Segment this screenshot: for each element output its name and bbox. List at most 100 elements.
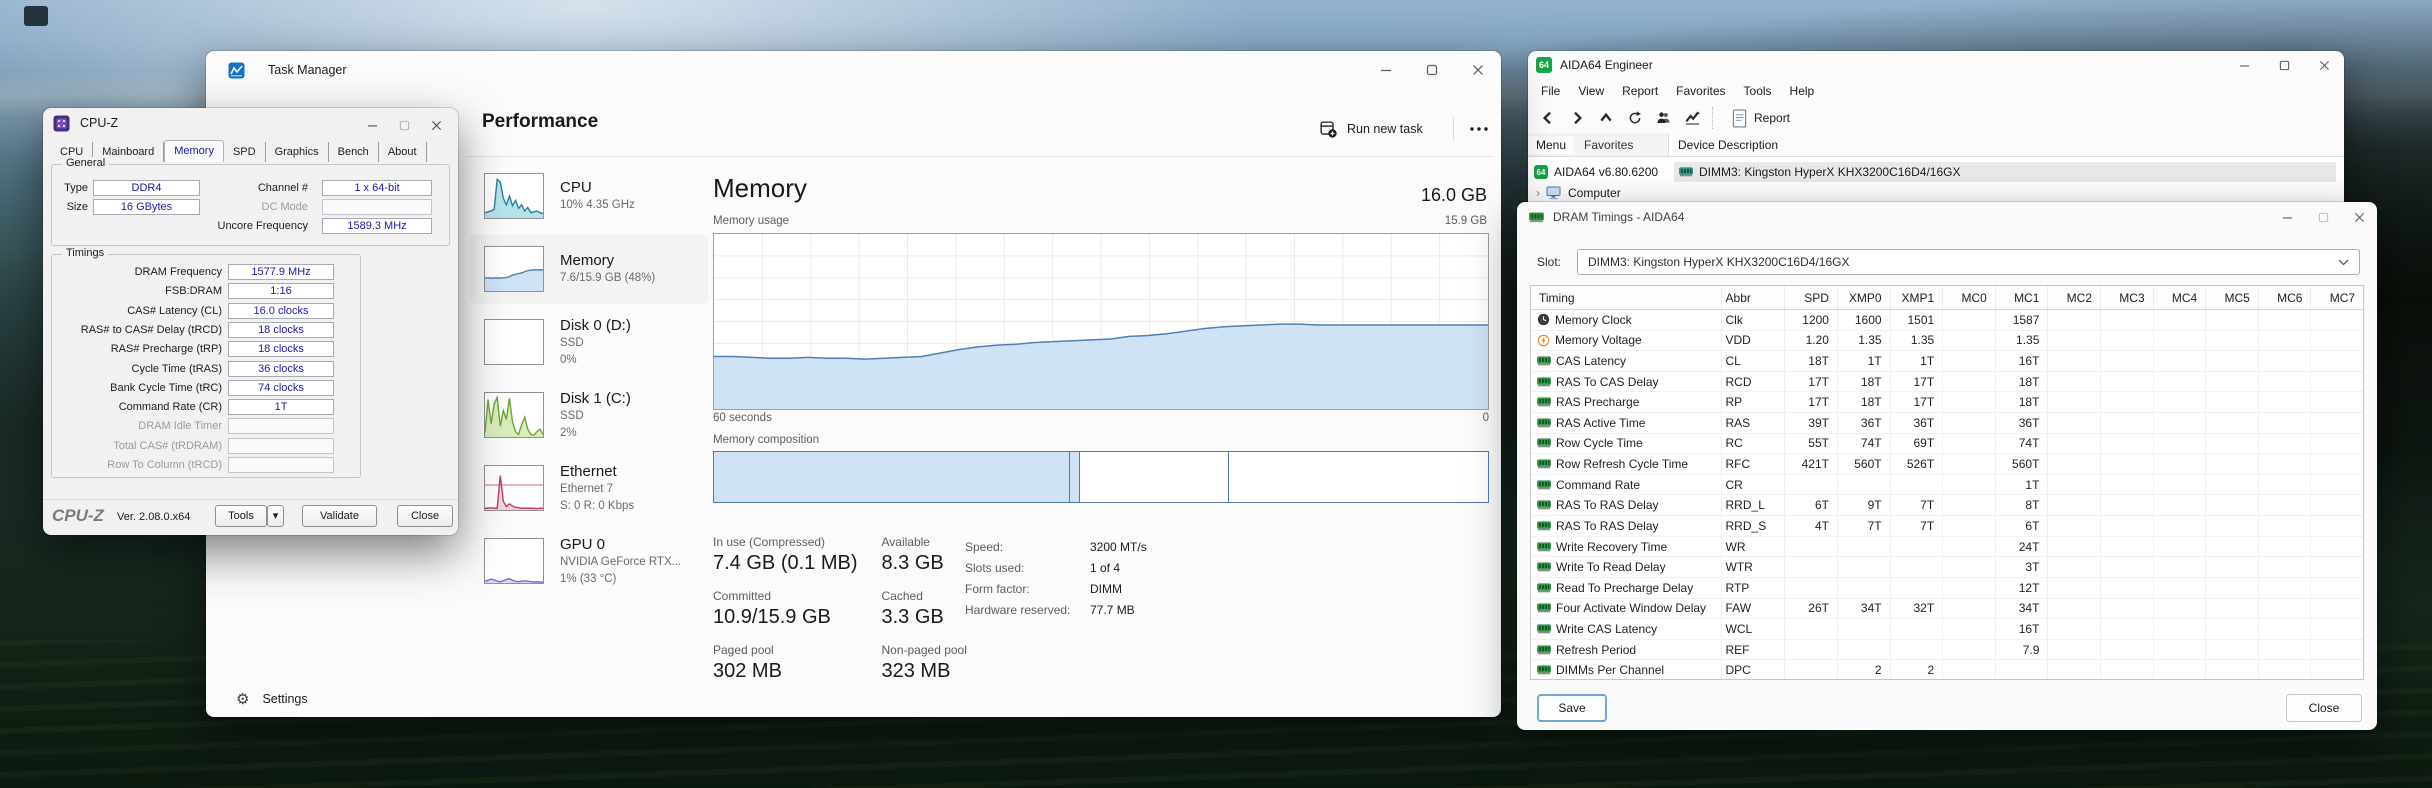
column-header-mc1[interactable]: MC1 bbox=[1995, 286, 2048, 309]
minimize-button[interactable] bbox=[356, 112, 388, 138]
report-button[interactable]: Report bbox=[1726, 109, 1796, 128]
column-header-mc7[interactable]: MC7 bbox=[2310, 286, 2363, 309]
memory-details: Speed:3200 MT/sSlots used:1 of 4Form fac… bbox=[965, 540, 1147, 617]
settings-button[interactable]: ⚙ Settings bbox=[228, 681, 316, 717]
tab-bench[interactable]: Bench bbox=[329, 142, 379, 162]
sidebar-item-disk1[interactable]: Disk 1 (C:)SSD2% bbox=[470, 380, 708, 450]
dialog-titlebar[interactable]: DRAM Timings - AIDA64 bbox=[1517, 202, 2377, 232]
table-row-ras[interactable]: RAS Active TimeRAS39T36T36T36T bbox=[1531, 413, 2363, 434]
timing-value-cell bbox=[1784, 557, 1837, 577]
tab-spd[interactable]: SPD bbox=[224, 142, 266, 162]
memory-stat: Cached3.3 GB bbox=[882, 589, 967, 629]
column-header-abbr[interactable]: Abbr bbox=[1721, 286, 1785, 309]
column-header-mc6[interactable]: MC6 bbox=[2258, 286, 2311, 309]
close-button[interactable] bbox=[2341, 202, 2377, 232]
menu-favorites[interactable]: Favorites bbox=[1667, 81, 1734, 101]
aida64-titlebar[interactable]: 64 AIDA64 Engineer bbox=[1528, 51, 2344, 79]
column-header-mc5[interactable]: MC5 bbox=[2205, 286, 2258, 309]
tab-graphics[interactable]: Graphics bbox=[266, 142, 329, 162]
report-label: Report bbox=[1754, 111, 1790, 125]
maximize-button[interactable] bbox=[1409, 51, 1455, 89]
more-options-button[interactable] bbox=[1460, 112, 1498, 146]
column-header-xmp1[interactable]: XMP1 bbox=[1890, 286, 1943, 309]
refresh-icon[interactable] bbox=[1621, 106, 1648, 130]
menu-file[interactable]: File bbox=[1532, 81, 1569, 101]
table-row-wtr[interactable]: Write To Read DelayWTR3T bbox=[1531, 557, 2363, 578]
table-row-clk[interactable]: Memory ClockClk1200160015011587 bbox=[1531, 310, 2363, 331]
timing-name-cell: Memory Clock bbox=[1531, 310, 1721, 330]
minimize-button[interactable] bbox=[2224, 51, 2264, 79]
minimize-button[interactable] bbox=[1363, 51, 1409, 89]
tools-button[interactable]: Tools bbox=[215, 505, 267, 527]
table-row-cr[interactable]: Command RateCR1T bbox=[1531, 475, 2363, 496]
table-row-rtp[interactable]: Read To Precharge DelayRTP12T bbox=[1531, 578, 2363, 599]
sidebar-item-disk0[interactable]: Disk 0 (D:)SSD0% bbox=[470, 307, 708, 377]
tree-item-computer[interactable]: › Computer bbox=[1536, 184, 1621, 202]
timing-value-cell bbox=[2153, 578, 2206, 598]
memory-composition-bar[interactable] bbox=[713, 451, 1489, 503]
maximize-button[interactable] bbox=[2264, 51, 2304, 79]
tools-dropdown-arrow[interactable]: ▾ bbox=[267, 505, 284, 527]
taskmanager-titlebar[interactable]: Task Manager bbox=[206, 51, 1501, 89]
tab-menu[interactable]: Menu bbox=[1528, 136, 1574, 154]
table-row-wr[interactable]: Write Recovery TimeWR24T bbox=[1531, 537, 2363, 558]
close-button[interactable] bbox=[2304, 51, 2344, 79]
table-row-vdd[interactable]: Memory VoltageVDD1.201.351.351.35 bbox=[1531, 331, 2363, 352]
column-header-mc3[interactable]: MC3 bbox=[2100, 286, 2153, 309]
table-row-rcd[interactable]: RAS To CAS DelayRCD17T18T17T18T bbox=[1531, 372, 2363, 393]
timing-name: RAS Precharge bbox=[1556, 395, 1639, 409]
table-row-cl[interactable]: CAS LatencyCL18T1T1T16T bbox=[1531, 351, 2363, 372]
table-row-dpc[interactable]: DIMMs Per ChannelDPC22 bbox=[1531, 660, 2363, 680]
timing-value-cell bbox=[2100, 578, 2153, 598]
sidebar-item-memory[interactable]: Memory7.6/15.9 GB (48%) bbox=[470, 234, 708, 304]
table-row-rrd_s[interactable]: RAS To RAS DelayRRD_S4T7T7T6T bbox=[1531, 516, 2363, 537]
tree-item-aida64[interactable]: 64 AIDA64 v6.80.6200 bbox=[1534, 163, 1658, 181]
column-header-spd[interactable]: SPD bbox=[1784, 286, 1837, 309]
menu-report[interactable]: Report bbox=[1613, 81, 1667, 101]
column-header-mc2[interactable]: MC2 bbox=[2047, 286, 2100, 309]
column-header-mc0[interactable]: MC0 bbox=[1942, 286, 1995, 309]
timing-abbr-cell: RAS bbox=[1721, 413, 1785, 433]
column-header-timing[interactable]: Timing bbox=[1531, 286, 1721, 309]
tab-memory[interactable]: Memory bbox=[164, 140, 224, 162]
device-list-row-dimm3[interactable]: DIMM3: Kingston HyperX KHX3200C16D4/16GX bbox=[1674, 162, 2336, 182]
run-new-task-button[interactable]: Run new task bbox=[1310, 112, 1433, 146]
maximize-button[interactable] bbox=[2305, 202, 2341, 232]
close-button[interactable] bbox=[1455, 51, 1501, 89]
sidebar-item-cpu[interactable]: CPU10% 4.35 GHz bbox=[470, 161, 708, 231]
device-description-header[interactable]: Device Description bbox=[1669, 133, 2344, 157]
sidebar-item-ethernet[interactable]: EthernetEthernet 7S: 0 R: 0 Kbps bbox=[470, 453, 708, 523]
back-icon[interactable] bbox=[1534, 106, 1561, 130]
menu-tools[interactable]: Tools bbox=[1735, 81, 1781, 101]
validate-button[interactable]: Validate bbox=[302, 505, 377, 527]
tab-about[interactable]: About bbox=[379, 142, 427, 162]
column-header-mc4[interactable]: MC4 bbox=[2153, 286, 2206, 309]
table-row-wcl[interactable]: Write CAS LatencyWCL16T bbox=[1531, 619, 2363, 640]
slot-dropdown[interactable]: DIMM3: Kingston HyperX KHX3200C16D4/16GX bbox=[1577, 249, 2360, 275]
column-header-xmp0[interactable]: XMP0 bbox=[1837, 286, 1890, 309]
table-row-rrd_l[interactable]: RAS To RAS DelayRRD_L6T9T7T8T bbox=[1531, 495, 2363, 516]
close-dialog-button[interactable]: Close bbox=[2286, 694, 2362, 722]
table-row-faw[interactable]: Four Activate Window DelayFAW26T34T32T34… bbox=[1531, 599, 2363, 620]
timing-value-cell: 1600 bbox=[1837, 310, 1890, 330]
expand-chevron-icon[interactable]: › bbox=[1536, 186, 1540, 200]
menu-help[interactable]: Help bbox=[1781, 81, 1824, 101]
table-row-ref[interactable]: Refresh PeriodREF7.9 bbox=[1531, 640, 2363, 661]
table-row-rc[interactable]: Row Cycle TimeRC55T74T69T74T bbox=[1531, 434, 2363, 455]
table-row-rp[interactable]: RAS PrechargeRP17T18T17T18T bbox=[1531, 392, 2363, 413]
menu-view[interactable]: View bbox=[1569, 81, 1613, 101]
forward-icon[interactable] bbox=[1563, 106, 1590, 130]
close-button[interactable] bbox=[420, 112, 452, 138]
performance-sidebar: CPU10% 4.35 GHzMemory7.6/15.9 GB (48%)Di… bbox=[470, 161, 708, 599]
sidebar-item-gpu0[interactable]: GPU 0NVIDIA GeForce RTX...1% (33 °C) bbox=[470, 526, 708, 596]
minimize-button[interactable] bbox=[2269, 202, 2305, 232]
users-icon[interactable] bbox=[1650, 106, 1677, 130]
chart-icon[interactable] bbox=[1679, 106, 1706, 130]
maximize-button[interactable] bbox=[388, 112, 420, 138]
tab-favorites[interactable]: Favorites bbox=[1574, 136, 1643, 154]
timing-value-cell bbox=[2205, 640, 2258, 660]
close-cpuz-button[interactable]: Close bbox=[397, 505, 453, 527]
save-button[interactable]: Save bbox=[1537, 694, 1607, 722]
table-row-rfc[interactable]: Row Refresh Cycle TimeRFC421T560T526T560… bbox=[1531, 454, 2363, 475]
up-icon[interactable] bbox=[1592, 106, 1619, 130]
